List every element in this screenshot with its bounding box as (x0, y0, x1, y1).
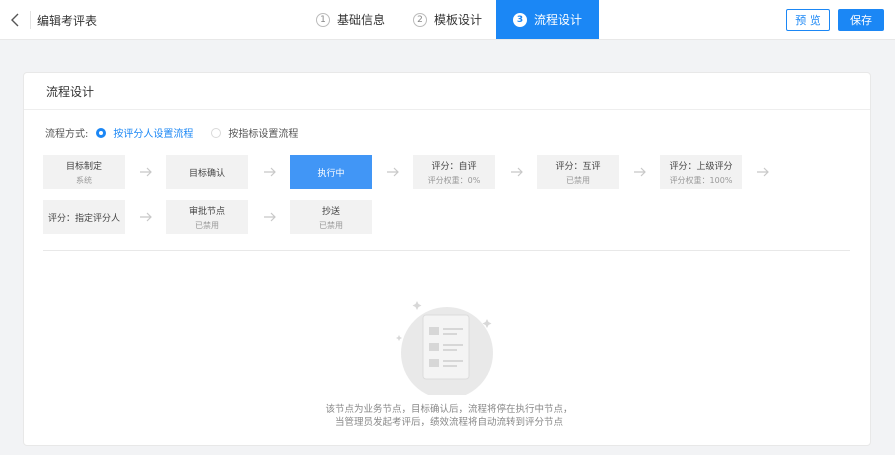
tab-template-design[interactable]: 2 模板设计 (399, 0, 496, 39)
node-approval[interactable]: 审批节点 已禁用 (166, 200, 248, 234)
right-arrow-icon (264, 212, 276, 222)
node-name: 抄送 (321, 206, 340, 217)
node-sub: 系统 (76, 175, 92, 185)
right-arrow-icon (140, 167, 152, 177)
node-name: 评分：上级评分 (669, 161, 733, 172)
node-cc[interactable]: 抄送 已禁用 (290, 200, 372, 234)
top-bar: 编辑考评表 1 基础信息 2 模板设计 3 流程设计 预 览 保存 (0, 0, 895, 40)
step-number: 1 (316, 12, 330, 27)
node-name: 评分：指定评分人 (47, 213, 120, 224)
node-sub: 评分权重：0% (427, 175, 481, 185)
node-sub: 评分权重：100% (669, 175, 733, 185)
step-label: 基础信息 (337, 13, 386, 27)
process-design-card: 流程设计 流程方式: 按评分人设置流程 按指标设置流程 目标制定 系统 目标确认… (23, 72, 871, 446)
radio-dot (96, 127, 107, 138)
node-goal-confirm[interactable]: 目标确认 (166, 155, 248, 189)
step-label: 流程设计 (534, 13, 583, 27)
right-arrow-icon (387, 167, 399, 177)
preview-button[interactable]: 预 览 (786, 9, 830, 31)
step-tabs: 1 基础信息 2 模板设计 3 流程设计 (302, 0, 600, 39)
node-name: 目标制定 (65, 161, 102, 172)
node-peer-review[interactable]: 评分：互评 已禁用 (537, 155, 619, 189)
node-in-progress[interactable]: 执行中 (290, 155, 372, 189)
tab-process-design[interactable]: 3 流程设计 (496, 0, 600, 39)
empty-text-line-1: 该节点为业务节点，目标确认后，流程将停在执行中节点， (325, 404, 573, 415)
node-name: 执行中 (317, 168, 345, 179)
radio-label: 按指标设置流程 (228, 129, 299, 140)
node-name: 评分：自评 (431, 161, 477, 172)
radio-by-indicator[interactable]: 按指标设置流程 (211, 125, 298, 140)
back-icon[interactable] (6, 10, 24, 30)
node-self-review[interactable]: 评分：自评 评分权重：0% (413, 155, 495, 189)
radio-dot (211, 127, 222, 138)
node-sub: 已禁用 (195, 220, 219, 230)
node-goal-setting[interactable]: 目标制定 系统 (43, 155, 125, 189)
step-number: 2 (413, 12, 428, 27)
node-name: 评分：互评 (555, 161, 601, 172)
node-sub: 已禁用 (319, 220, 343, 230)
step-number: 3 (513, 12, 528, 27)
section-divider (43, 250, 850, 251)
save-button[interactable]: 保存 (838, 9, 884, 31)
right-arrow-icon (511, 167, 523, 177)
node-name: 审批节点 (188, 206, 225, 217)
title-divider (30, 11, 31, 29)
right-arrow-icon (140, 212, 152, 222)
right-arrow-icon (264, 167, 276, 177)
document-illustration-icon (396, 301, 493, 395)
right-arrow-icon (757, 167, 769, 177)
process-mode-row: 流程方式: 按评分人设置流程 按指标设置流程 (45, 125, 298, 140)
step-label: 模板设计 (434, 13, 483, 27)
node-name: 目标确认 (188, 168, 225, 179)
node-sub: 已禁用 (566, 175, 590, 185)
mode-label: 流程方式: (45, 129, 89, 140)
card-title: 流程设计 (24, 73, 870, 110)
node-superior-review[interactable]: 评分：上级评分 评分权重：100% (660, 155, 742, 189)
right-arrow-icon (634, 167, 646, 177)
tab-basic-info[interactable]: 1 基础信息 (302, 0, 399, 39)
empty-state-text: 该节点为业务节点，目标确认后，流程将停在执行中节点， 当管理员发起考评后，绩效流… (224, 403, 674, 429)
empty-text-line-2: 当管理员发起考评后，绩效流程将自动流转到评分节点 (334, 417, 563, 428)
radio-label: 按评分人设置流程 (113, 129, 194, 140)
radio-by-rater[interactable]: 按评分人设置流程 (96, 125, 193, 140)
node-designated-reviewer[interactable]: 评分：指定评分人 (43, 200, 125, 234)
page-title: 编辑考评表 (37, 14, 98, 28)
